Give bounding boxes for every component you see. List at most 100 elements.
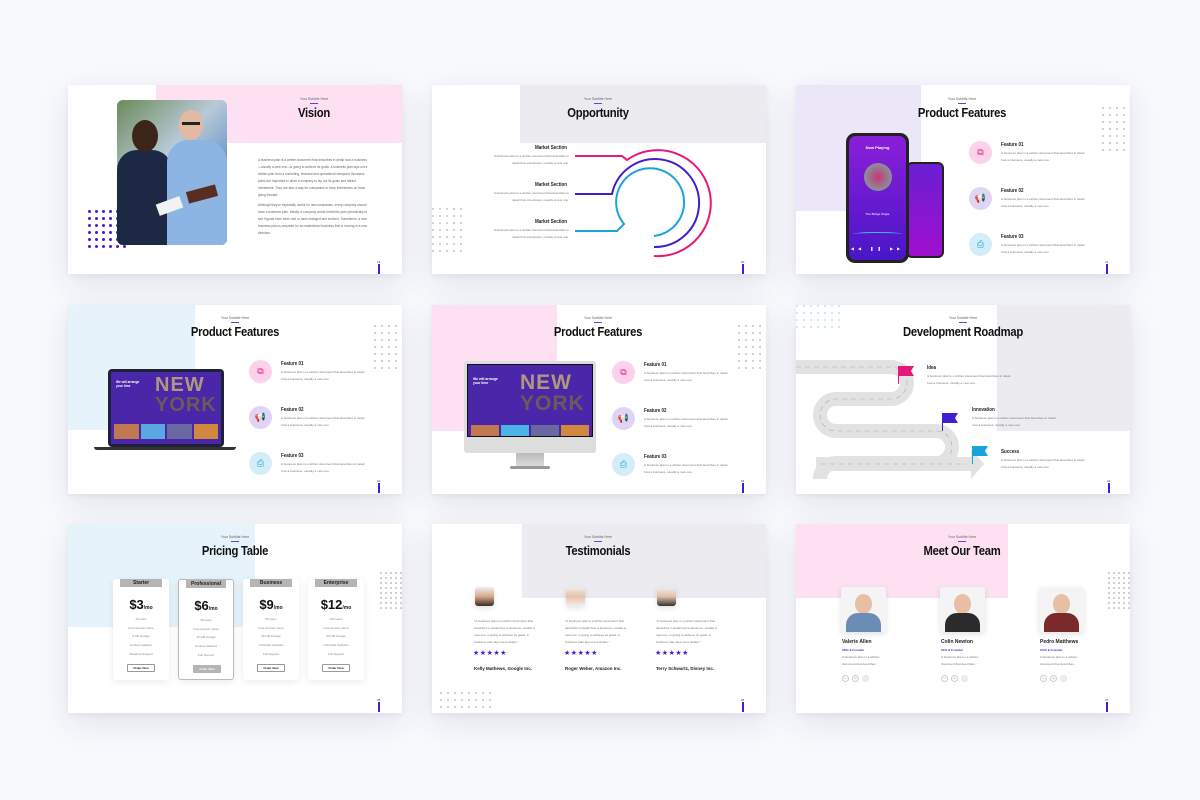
playback-controls[interactable]: ◀◀ ❚❚ ▶▶	[849, 246, 906, 251]
team-member-name: Valerie Allen	[842, 639, 872, 645]
order-now-button[interactable]: Order Now	[193, 665, 221, 673]
slide-development-roadmap[interactable]: Your Subtitle Here Development Roadmap I…	[796, 305, 1130, 494]
dot	[440, 692, 443, 695]
slide-product-features-desktop[interactable]: Your Subtitle Here Product Features We w…	[432, 305, 766, 494]
dot	[374, 346, 377, 349]
roadmap-step-success-text: A business plan is a written document th…	[1001, 458, 1085, 469]
slide-title: Opportunity	[567, 106, 629, 120]
team-member-role: CEO & Founder	[842, 648, 865, 652]
page-indicator-bar	[742, 483, 744, 493]
slide-title: Product Features	[553, 325, 643, 339]
team-member-bio: A business plan is a written document th…	[941, 655, 979, 666]
slide-vision[interactable]: Your Subtitle Here Vision A business pla…	[68, 85, 402, 274]
dot	[432, 208, 435, 211]
dot	[838, 326, 841, 329]
slide-meet-our-team[interactable]: Your Subtitle Here Meet Our Team Valerie…	[796, 524, 1130, 713]
arc-pink	[575, 149, 712, 258]
social-icon[interactable]	[961, 675, 968, 682]
dot	[752, 346, 755, 349]
star-icon: ★	[655, 650, 662, 657]
dot	[374, 332, 377, 335]
social-icon[interactable]	[862, 675, 869, 682]
plan-price-unit: /mo	[273, 605, 283, 611]
dot	[759, 360, 762, 363]
feature-icon-circle-1: ⧉	[969, 141, 992, 164]
dot	[745, 367, 748, 370]
dot	[1128, 587, 1130, 589]
dot	[374, 325, 377, 328]
dot	[102, 210, 106, 214]
feature-icon-circle-3: ⎙	[249, 452, 272, 475]
dot	[432, 236, 435, 239]
dot	[453, 250, 456, 253]
dot	[432, 229, 435, 232]
dot	[1109, 121, 1112, 124]
feature-title-1: Feature 01	[281, 361, 304, 367]
plan-name: Enterprise	[315, 579, 357, 587]
album-art	[864, 163, 892, 191]
slide-testimonials[interactable]: Your Subtitle Here Testimonials "A busin…	[432, 524, 766, 713]
dot	[1123, 149, 1126, 152]
dot	[1109, 107, 1112, 110]
dot	[1123, 587, 1125, 589]
dot	[385, 602, 387, 604]
dot	[381, 360, 384, 363]
dot	[1123, 602, 1125, 604]
slide-subtitle: Your Subtitle Here	[583, 316, 613, 320]
dot	[374, 360, 377, 363]
dot	[1118, 602, 1120, 604]
slide-product-features-phone[interactable]: Your Subtitle Here Product Features Now …	[796, 85, 1130, 274]
dot	[738, 353, 741, 356]
page-indicator-bar	[378, 483, 380, 493]
cards-icon: ⧉	[977, 147, 984, 157]
dot	[388, 346, 391, 349]
dot	[453, 236, 456, 239]
dot	[385, 572, 387, 574]
feature-icon-circle-2: 📢	[969, 187, 992, 210]
team-member-photo	[940, 587, 985, 632]
feature-text-2: A business plan is a written document th…	[1001, 197, 1085, 208]
twitter-icon[interactable]: tw	[852, 675, 859, 682]
twitter-icon[interactable]: tw	[951, 675, 958, 682]
dot	[400, 592, 402, 594]
plan-name: Starter	[120, 579, 162, 587]
slide-pricing-table[interactable]: Your Subtitle Here Pricing Table Starter…	[68, 524, 402, 713]
dot	[395, 572, 397, 574]
testimonial-avatar	[475, 587, 494, 606]
dot	[752, 360, 755, 363]
dot	[1113, 572, 1115, 574]
social-icon[interactable]	[1060, 675, 1067, 682]
dot-pattern-cyan	[796, 305, 845, 333]
feature-icon-circle-1: ⧉	[249, 360, 272, 383]
dot	[475, 699, 478, 702]
megaphone-icon: 📢	[617, 413, 630, 423]
dot	[1113, 577, 1115, 579]
dot	[109, 217, 113, 221]
dot	[738, 360, 741, 363]
page-indicator-bar	[378, 702, 380, 712]
feature-text-1: A business plan is a written document th…	[644, 371, 728, 382]
linkedin-icon[interactable]: in	[842, 675, 849, 682]
dot	[796, 326, 799, 329]
linkedin-icon[interactable]: in	[941, 675, 948, 682]
dot	[475, 706, 478, 709]
linkedin-icon[interactable]: in	[1040, 675, 1047, 682]
feature-text-3: A business plan is a written document th…	[1001, 243, 1085, 254]
phone-mockup-front: Now Playing The Bridge Single ◀◀ ❚❚ ▶▶	[846, 133, 909, 263]
dot	[1128, 582, 1130, 584]
order-now-button[interactable]: Order Now	[257, 664, 285, 672]
dot	[1102, 142, 1105, 145]
slide-product-features-laptop[interactable]: Your Subtitle Here Product Features We w…	[68, 305, 402, 494]
dot	[453, 229, 456, 232]
dot	[390, 577, 392, 579]
team-member-role: CFO & Founder	[941, 648, 964, 652]
dot	[109, 210, 113, 214]
slide-opportunity[interactable]: Your Subtitle Here Opportunity Market Se…	[432, 85, 766, 274]
slide-subtitle: Your Subtitle Here	[299, 97, 329, 101]
subtitle-underline	[958, 541, 966, 542]
order-now-button[interactable]: Order Now	[127, 664, 155, 672]
plan-name: Business	[250, 579, 292, 587]
twitter-icon[interactable]: tw	[1050, 675, 1057, 682]
dot	[388, 360, 391, 363]
order-now-button[interactable]: Order Now	[322, 664, 350, 672]
